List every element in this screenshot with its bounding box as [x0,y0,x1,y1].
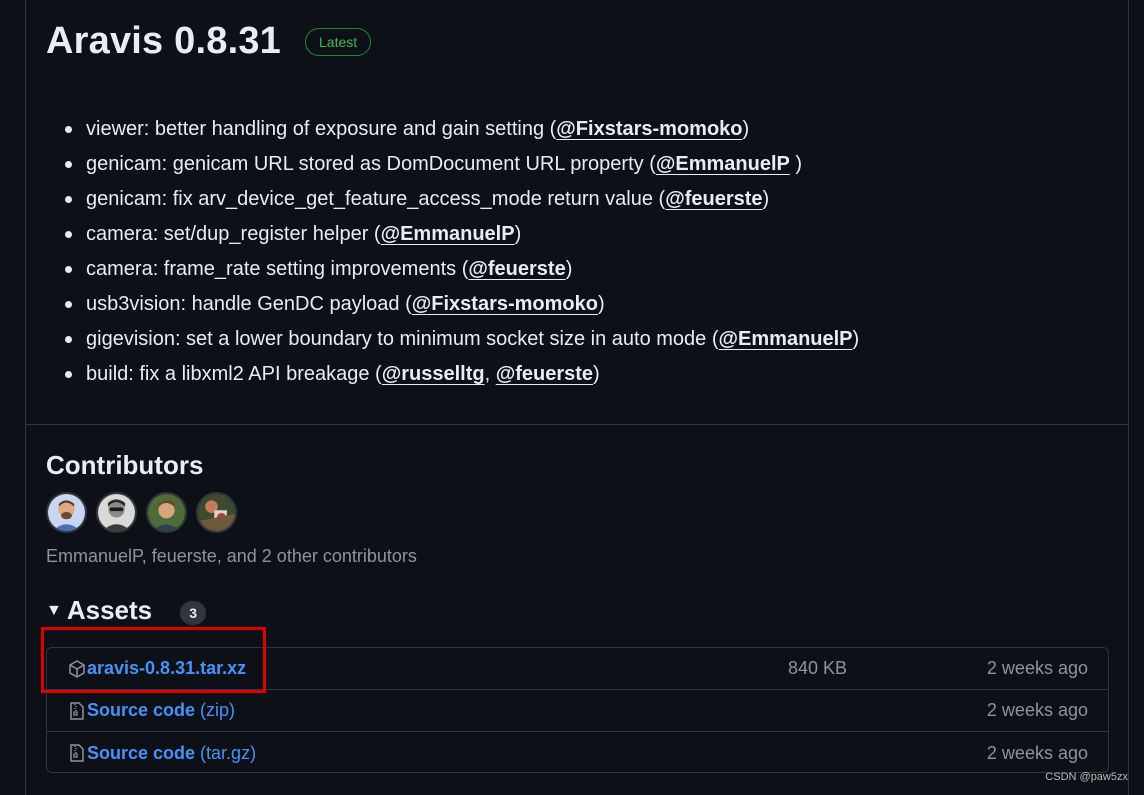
note-text: usb3vision: handle GenDC payload ( [86,293,412,315]
note-item: gigevision: set a lower boundary to mini… [64,322,860,357]
asset-date: 2 weeks ago [986,658,1088,678]
contributors-summary: EmmanuelP, feuerste, and 2 other contrib… [46,546,417,566]
mention-link[interactable]: @Fixstars-momoko [556,118,742,140]
avatar[interactable] [96,492,137,533]
asset-download-link[interactable]: Source code (zip) [87,700,235,721]
note-suffix: ) [852,328,860,350]
note-suffix: ) [597,293,605,315]
contributors-title: Contributors [46,450,204,480]
contributor-avatars [46,492,237,533]
mention-link[interactable]: @Fixstars-momoko [412,293,598,315]
asset-download-link[interactable]: Source code (tar.gz) [87,743,256,764]
note-item: genicam: fix arv_device_get_feature_acce… [64,182,859,217]
mention-link[interactable]: @EmmanuelP [381,223,515,245]
mention-link[interactable]: @feuerste [468,258,565,280]
mention-link[interactable]: @EmmanuelP [656,153,790,175]
note-item: viewer: better handling of exposure and … [64,112,859,147]
asset-name[interactable]: Source code [87,700,195,720]
assets-count-badge: 3 [180,600,207,625]
note-item: camera: frame_rate setting improvements … [64,252,859,287]
asset-date: 2 weeks ago [986,742,1088,763]
section-divider [26,424,1128,425]
note-suffix: ) [789,153,803,175]
asset-ext[interactable]: (tar.gz) [195,743,256,763]
note-text: gigevision: set a lower boundary to mini… [86,328,719,350]
note-item: genicam: genicam URL stored as DomDocume… [64,147,859,182]
assets-title[interactable]: Assets [67,595,152,626]
mention-link[interactable]: @EmmanuelP [719,328,853,350]
note-suffix: ) [742,118,750,140]
mention-link[interactable]: @russelltg [382,363,485,385]
highlight-annotation-box [41,627,266,693]
avatar[interactable] [146,492,187,533]
note-text: viewer: better handling of exposure and … [86,118,557,140]
file-zip-icon [70,744,84,762]
note-text: build: fix a libxml2 API breakage ( [86,363,382,385]
note-text: genicam: fix arv_device_get_feature_acce… [86,188,666,210]
note-text: camera: frame_rate setting improvements … [86,258,469,280]
asset-ext[interactable]: (zip) [195,700,235,720]
release-header: Aravis 0.8.31 Latest [46,20,372,63]
note-item: camera: set/dup_register helper (@Emmanu… [64,217,859,252]
note-item: build: fix a libxml2 API breakage (@russ… [64,357,859,392]
mention-link[interactable]: @feuerste [496,363,593,385]
note-item: usb3vision: handle GenDC payload (@Fixst… [64,287,859,322]
release-notes: viewer: better handling of exposure and … [64,112,860,392]
asset-row: Source code (tar.gz) 2 weeks ago [47,732,1108,774]
avatar[interactable] [196,492,237,533]
file-zip-icon [70,702,84,720]
mention-link[interactable]: @feuerste [665,188,762,210]
watermark: CSDN @paw5zx [1045,771,1128,783]
note-suffix: ) [514,223,522,245]
note-text: camera: set/dup_register helper ( [86,223,381,245]
note-text: genicam: genicam URL stored as DomDocume… [86,153,656,175]
asset-row: Source code (zip) 2 weeks ago [47,690,1108,732]
mention-separator: , [484,363,496,385]
asset-date: 2 weeks ago [986,700,1088,720]
note-suffix: ) [762,188,770,210]
asset-size: 840 KB [787,658,847,678]
release-title[interactable]: Aravis 0.8.31 [46,20,281,63]
assets-header[interactable]: ▼ Assets 3 [46,595,207,626]
note-suffix: ) [593,363,600,385]
avatar[interactable] [46,492,87,533]
note-suffix: ) [565,258,573,280]
asset-name[interactable]: Source code [87,743,195,763]
latest-badge: Latest [305,27,372,56]
caret-down-icon[interactable]: ▼ [46,602,62,620]
